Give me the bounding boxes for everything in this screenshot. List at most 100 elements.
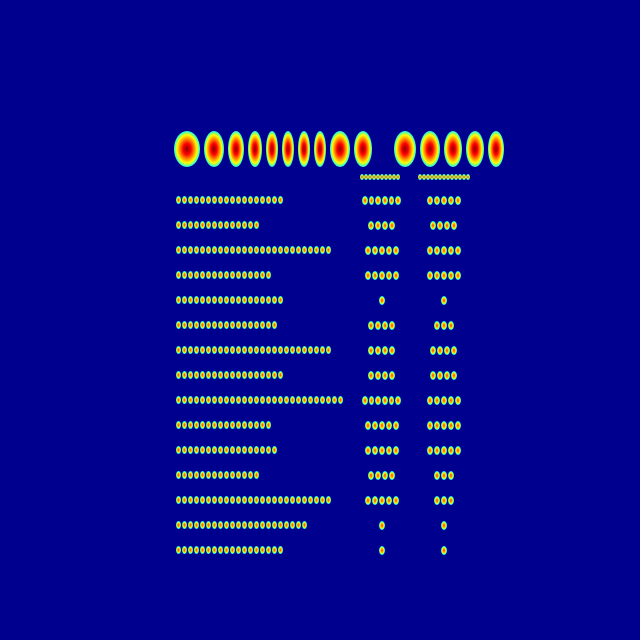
glyph-dot <box>206 296 211 304</box>
glyph-dot <box>332 396 337 404</box>
row-label <box>176 419 272 431</box>
glyph-dot <box>200 296 205 304</box>
heading-text <box>0 0 1 1</box>
row-label <box>176 344 332 356</box>
glyph-dot <box>454 445 461 455</box>
glyph-dot <box>447 320 454 330</box>
table-row <box>176 244 476 256</box>
glyph-dot <box>224 371 229 379</box>
glyph-dot <box>254 346 259 354</box>
glyph-dot <box>278 496 283 504</box>
glyph-dot <box>248 496 253 504</box>
glyph-dot <box>200 421 205 429</box>
glyph-dot <box>375 470 381 480</box>
glyph-dot <box>218 221 223 229</box>
row-value-2 <box>424 544 464 556</box>
row-value-1 <box>362 519 402 531</box>
glyph-dot <box>206 196 211 204</box>
glyph-dot <box>188 271 193 279</box>
glyph-dot <box>272 371 277 379</box>
glyph-dot <box>392 420 399 430</box>
glyph-dot <box>236 446 241 454</box>
heading-glyph <box>420 131 440 167</box>
glyph-dot <box>188 396 193 404</box>
row-value-1 <box>362 319 402 331</box>
row-label <box>176 219 260 231</box>
glyph-dot <box>224 496 229 504</box>
glyph-dot <box>230 546 235 554</box>
glyph-dot <box>272 396 277 404</box>
glyph-dot <box>206 246 211 254</box>
glyph-dot <box>242 296 247 304</box>
glyph-dot <box>375 320 381 330</box>
glyph-dot <box>266 371 271 379</box>
row-value-2 <box>424 269 464 281</box>
glyph-dot <box>433 395 440 405</box>
glyph-dot <box>218 246 223 254</box>
glyph-dot <box>218 271 223 279</box>
table-row <box>176 319 476 331</box>
glyph-dot <box>242 471 247 479</box>
glyph-dot <box>242 546 247 554</box>
glyph-dot <box>364 445 371 455</box>
row-label <box>176 244 332 256</box>
glyph-dot <box>314 496 319 504</box>
glyph-dot <box>194 496 199 504</box>
glyph-dot <box>296 346 301 354</box>
glyph-dot <box>254 271 259 279</box>
glyph-dot <box>182 496 187 504</box>
glyph-dot <box>218 446 223 454</box>
glyph-dot <box>426 395 433 405</box>
glyph-dot <box>248 421 253 429</box>
glyph-dot <box>430 345 436 355</box>
glyph-dot <box>200 396 205 404</box>
glyph-dot <box>454 245 461 255</box>
glyph-dot <box>378 420 385 430</box>
glyph-dot <box>224 471 229 479</box>
glyph-dot <box>272 546 277 554</box>
row-label <box>176 294 284 306</box>
glyph-dot <box>437 370 443 380</box>
glyph-dot <box>284 521 289 529</box>
row-value-2 <box>424 369 464 381</box>
glyph-dot <box>194 421 199 429</box>
glyph-dot <box>188 446 193 454</box>
glyph-dot <box>260 496 265 504</box>
glyph-dot <box>176 446 181 454</box>
glyph-dot <box>382 195 388 205</box>
glyph-dot <box>278 246 283 254</box>
glyph-dot <box>378 545 385 555</box>
glyph-dot <box>378 495 385 505</box>
glyph-dot <box>206 371 211 379</box>
glyph-dot <box>254 521 259 529</box>
glyph-dot <box>182 321 187 329</box>
glyph-dot <box>378 270 385 280</box>
glyph-dot <box>254 546 259 554</box>
glyph-dot <box>248 346 253 354</box>
glyph-dot <box>278 346 283 354</box>
glyph-dot <box>188 246 193 254</box>
glyph-dot <box>440 520 447 530</box>
heading-glyph <box>314 131 326 167</box>
row-label <box>176 469 260 481</box>
glyph-dot <box>188 546 193 554</box>
glyph-dot <box>426 420 433 430</box>
glyph-dot <box>440 295 447 305</box>
glyph-dot <box>212 471 217 479</box>
glyph-dot <box>447 445 454 455</box>
glyph-dot <box>218 346 223 354</box>
glyph-dot <box>224 321 229 329</box>
row-label <box>176 444 278 456</box>
glyph-dot <box>433 270 440 280</box>
glyph-dot <box>266 271 271 279</box>
glyph-dot <box>248 221 253 229</box>
heading-glyph <box>298 131 310 167</box>
glyph-dot <box>260 446 265 454</box>
row-value-1 <box>362 444 402 456</box>
glyph-dot <box>182 421 187 429</box>
glyph-dot <box>230 446 235 454</box>
glyph-dot <box>212 346 217 354</box>
glyph-dot <box>230 421 235 429</box>
glyph-dot <box>236 271 241 279</box>
glyph-dot <box>224 396 229 404</box>
